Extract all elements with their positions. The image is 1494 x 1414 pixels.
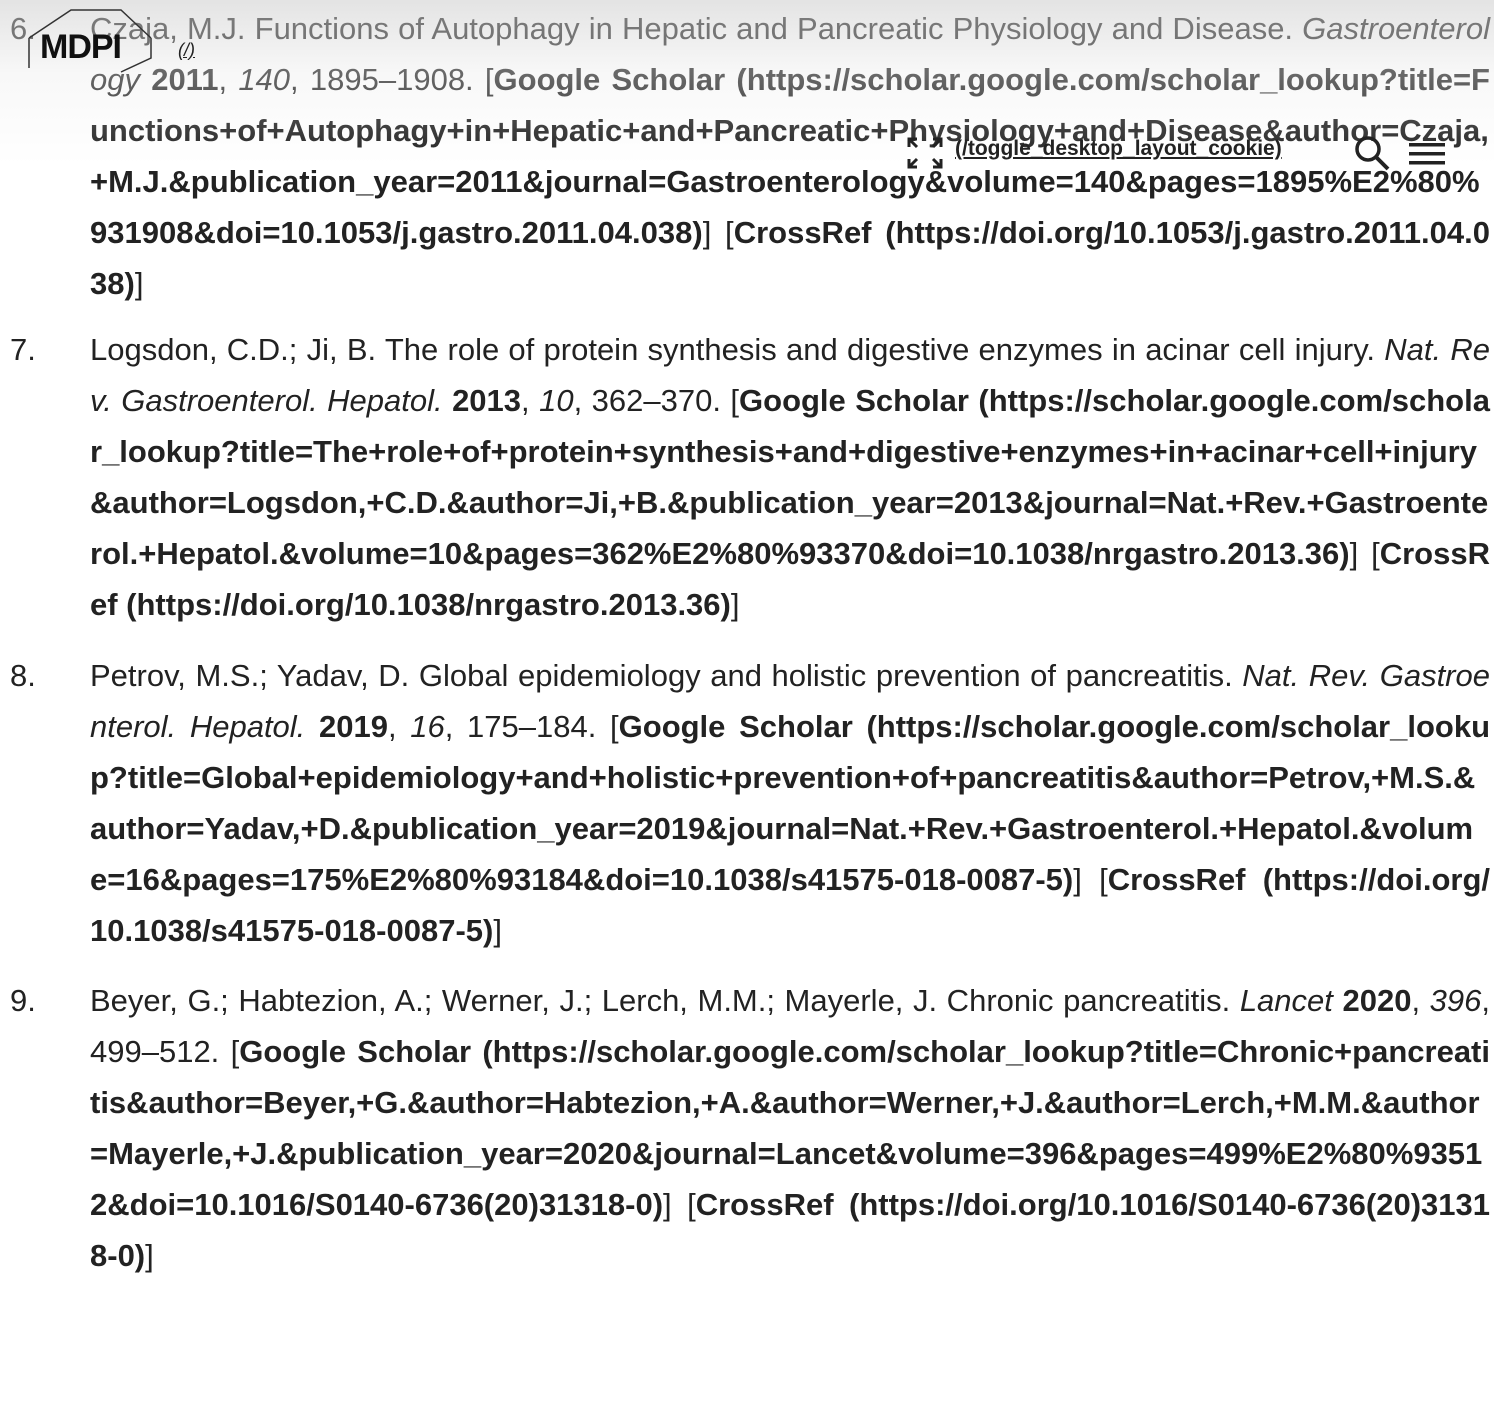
reference-year: 2019 [318,709,388,744]
reference-number: 7. [10,332,36,367]
reference-pages: 175–184. [467,709,597,744]
reference-authors-title: Beyer, G.; Habtezion, A.; Werner, J.; Le… [90,983,1231,1018]
logo-text: MDPI [40,28,122,66]
expand-icon[interactable] [905,135,945,171]
reference-number: 9. [10,983,36,1018]
reference-pages: 362–370. [591,383,721,418]
home-link[interactable]: (/) [178,40,195,61]
reference-number: 8. [10,658,36,693]
reference-volume: 140 [238,62,291,97]
reference-volume: 396 [1429,983,1482,1018]
reference-pages: 1895–1908. [309,62,474,97]
reference-item: 8. Petrov, M.S.; Yadav, D. Global epidem… [0,650,1490,956]
reference-volume: 16 [410,709,445,744]
reference-authors-title: Petrov, M.S.; Yadav, D. Global epidemiol… [90,658,1233,693]
mdpi-logo[interactable]: MDPI (/) [26,6,195,74]
toolbar: (/toggle_desktop_layout_cookie) [905,133,1445,173]
reference-year: 2013 [452,383,522,418]
reference-journal: Lancet [1239,983,1333,1018]
reference-item: 9. Beyer, G.; Habtezion, A.; Werner, J.;… [0,975,1490,1281]
reference-list: 6. Czaja, M.J. Functions of Autophagy in… [0,0,1494,1281]
reference-item: 7. Logsdon, C.D.; Ji, B. The role of pro… [0,324,1490,630]
reference-text: Beyer, G.; Habtezion, A.; Werner, J.; Le… [90,983,1490,1273]
reference-text: Logsdon, C.D.; Ji, B. The role of protei… [90,332,1490,622]
search-icon[interactable] [1353,133,1393,173]
toggle-desktop-layout-link[interactable]: (/toggle_desktop_layout_cookie) [955,137,1282,161]
reference-authors-title: Logsdon, C.D.; Ji, B. The role of protei… [90,332,1376,367]
reference-text: Petrov, M.S.; Yadav, D. Global epidemiol… [90,658,1491,948]
reference-year: 2020 [1342,983,1412,1018]
reference-pages: 499–512. [90,1034,220,1069]
reference-authors-title: Czaja, M.J. Functions of Autophagy in He… [90,11,1294,46]
reference-volume: 10 [539,383,574,418]
menu-icon[interactable] [1407,137,1447,169]
